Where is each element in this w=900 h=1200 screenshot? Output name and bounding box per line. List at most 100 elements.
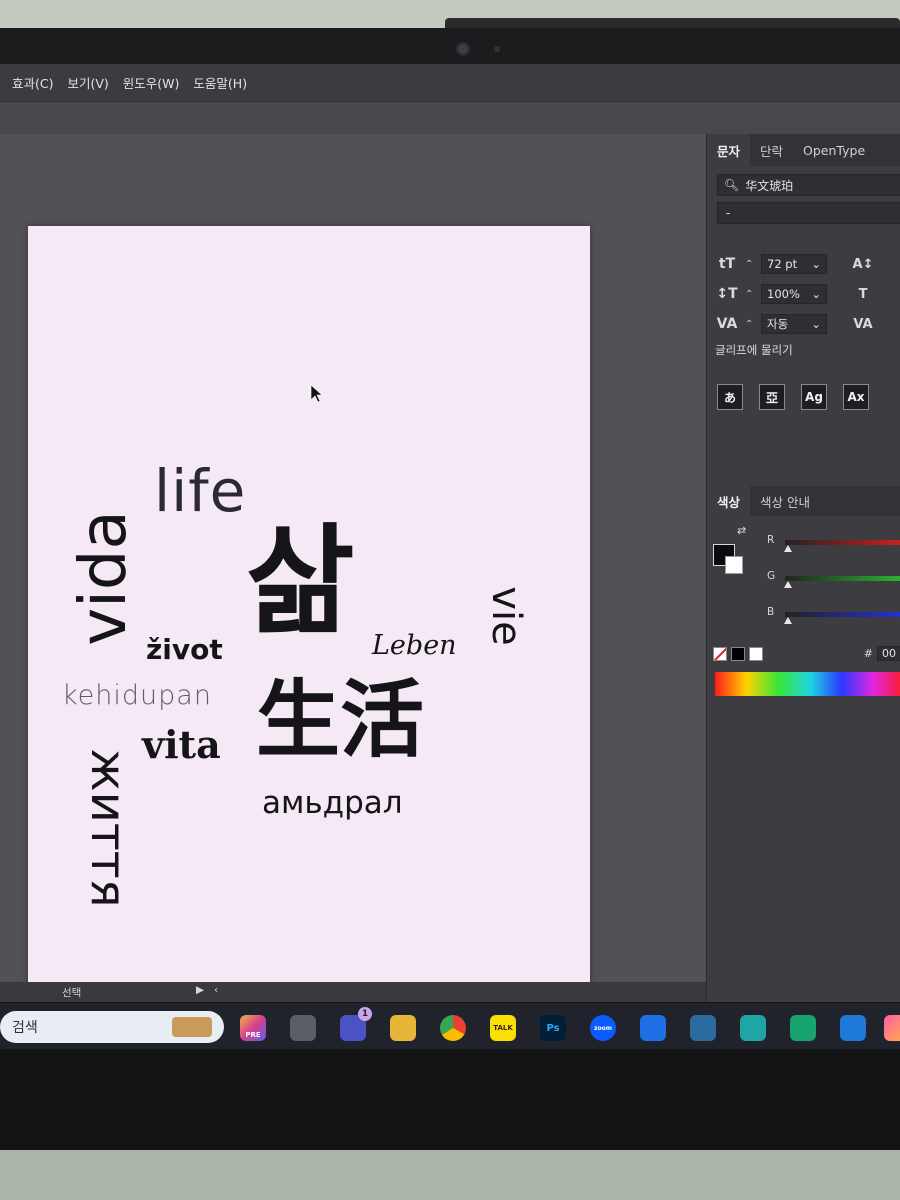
slider-green-label: G [767, 570, 776, 582]
artboard[interactable]: life 삶 vida vie život Leben kehidupan 生活… [28, 226, 590, 1028]
menu-effect[interactable]: 효과(C) [12, 73, 53, 92]
search-placeholder: 검색 [12, 1020, 38, 1036]
menu-window[interactable]: 윈도우(W) [123, 73, 180, 92]
kerning-icon: VA [716, 316, 738, 332]
bird-app-icon[interactable] [740, 1015, 766, 1041]
kakaotalk-icon[interactable]: TALK [490, 1015, 516, 1041]
tab-opentype[interactable]: OpenType [793, 134, 875, 166]
tab-character[interactable]: 문자 [707, 134, 751, 166]
hex-row: # 00 [713, 646, 900, 661]
tab-color-guide[interactable]: 색상 안내 [750, 486, 820, 516]
properties-panel: 문자 단락 OpenType 🔍︎ 华文琥珀 - tT ⌃ 72 pt ⌄ A↕ … [706, 134, 900, 1049]
play-icon[interactable]: ▶ [196, 984, 204, 996]
glyph-button-ag[interactable]: Ag [801, 384, 827, 410]
word-leben[interactable]: Leben [372, 632, 457, 659]
zoom-label: zoom [594, 1024, 612, 1032]
font-size-value: 72 pt [767, 257, 798, 271]
screen-bezel-top [0, 28, 900, 68]
taskbar-search[interactable]: 검색 [0, 1011, 224, 1043]
photoshop-icon[interactable]: Ps [540, 1015, 566, 1041]
mouse-cursor-icon [310, 384, 323, 403]
teams-icon[interactable]: 1 [340, 1007, 372, 1041]
app-icon[interactable] [884, 1015, 900, 1041]
slider-red-label: R [767, 534, 775, 546]
vertical-scale-field[interactable]: 100% ⌄ [761, 284, 827, 304]
word-zivot[interactable]: život [146, 636, 223, 664]
hex-prefix: # [863, 647, 873, 660]
font-style-field[interactable]: - [717, 202, 900, 224]
search-icon: 🔍︎ [724, 178, 740, 192]
slider-red[interactable]: R [767, 534, 900, 552]
slider-blue-label: B [767, 606, 775, 618]
search-highlight-icon [172, 1017, 212, 1037]
word-zhyttia[interactable]: життя [80, 728, 136, 928]
menu-help[interactable]: 도움말(H) [193, 73, 247, 92]
chrome-icon[interactable] [440, 1015, 466, 1041]
slider-blue-track [785, 612, 900, 617]
tab-color[interactable]: 색상 [707, 486, 751, 516]
swap-icon[interactable]: ⇄ [737, 524, 746, 537]
word-shenghuo[interactable]: 生活 [256, 678, 424, 762]
zoom-icon[interactable]: zoom [590, 1015, 616, 1041]
audio-app-icon[interactable] [790, 1015, 816, 1041]
stepper-icon[interactable]: ⌃ [745, 319, 755, 330]
stroke-swatch[interactable] [725, 556, 743, 574]
chevron-down-icon: ⌄ [811, 257, 821, 271]
app-window: 효과(C) 보기(V) 윈도우(W) 도움말(H) life 삶 vida vi… [0, 64, 900, 1049]
vscode-icon[interactable] [840, 1015, 866, 1041]
status-bar: 선택 ▶ ‹ [0, 982, 706, 1002]
hex-input[interactable]: 00 [877, 646, 900, 661]
dictionary-icon[interactable] [690, 1015, 716, 1041]
task-view-icon[interactable] [290, 1015, 316, 1041]
font-size-field[interactable]: 72 pt ⌄ [761, 254, 827, 274]
font-style-value: - [726, 206, 731, 220]
glyph-button-kanji[interactable]: 亞 [759, 384, 785, 410]
word-vita[interactable]: vita [142, 726, 221, 764]
fill-stroke-swatches: ⇄ [713, 524, 753, 584]
slider-green-thumb[interactable] [784, 581, 792, 588]
current-tool[interactable]: 선택 [62, 985, 81, 1000]
kerning-row: VA ⌃ 자동 ⌄ VA [715, 314, 875, 334]
slider-red-track [785, 540, 900, 545]
black-swatch[interactable] [731, 646, 745, 661]
taskbar: 검색 PRE 1 TALK Ps zoom [0, 1002, 900, 1049]
stepper-icon[interactable]: ⌃ [745, 259, 755, 270]
word-kehidupan[interactable]: kehidupan [62, 682, 212, 709]
color-spectrum[interactable] [715, 672, 900, 696]
kerning-field[interactable]: 자동 ⌄ [761, 314, 827, 334]
laptop-edge [0, 1150, 900, 1200]
vertical-scale-icon: ↕T [716, 286, 738, 302]
slider-blue[interactable]: B [767, 606, 900, 624]
word-sam[interactable]: 삶 [246, 522, 355, 640]
tab-paragraph[interactable]: 단락 [750, 134, 793, 166]
word-vie[interactable]: vie [483, 576, 529, 656]
webcam [458, 44, 468, 54]
none-swatch[interactable] [713, 646, 727, 661]
canvas-area[interactable]: life 삶 vida vie život Leben kehidupan 生活… [0, 134, 706, 1028]
glyph-button-hiragana[interactable]: あ [717, 384, 743, 410]
menu-bar: 효과(C) 보기(V) 윈도우(W) 도움말(H) [0, 64, 900, 102]
chevron-left-icon[interactable]: ‹ [214, 984, 218, 996]
word-life[interactable]: life [154, 462, 246, 520]
word-vida[interactable]: vida [67, 478, 141, 678]
chevron-down-icon: ⌄ [811, 287, 821, 301]
font-size-row: tT ⌃ 72 pt ⌄ A↕ [715, 254, 875, 274]
control-bar [0, 102, 900, 135]
white-swatch[interactable] [749, 646, 763, 661]
horizontal-scale-icon: T [858, 286, 868, 302]
file-explorer-icon[interactable] [390, 1015, 416, 1041]
copilot-icon[interactable]: PRE [240, 1015, 266, 1041]
slider-red-thumb[interactable] [784, 545, 792, 552]
slider-green[interactable]: G [767, 570, 900, 588]
font-family-field[interactable]: 🔍︎ 华文琥珀 [717, 174, 900, 196]
word-amdral[interactable]: амьдрал [262, 788, 403, 819]
glyph-button-ax[interactable]: Ax [843, 384, 869, 410]
video-icon[interactable] [640, 1015, 666, 1041]
copilot-badge: PRE [245, 1031, 261, 1039]
font-family-value: 华文琥珀 [745, 178, 794, 193]
tracking-icon: VA [853, 316, 873, 332]
stepper-icon[interactable]: ⌃ [745, 289, 755, 300]
slider-blue-thumb[interactable] [784, 617, 792, 624]
menu-view[interactable]: 보기(V) [67, 73, 108, 92]
slider-green-track [785, 576, 900, 581]
